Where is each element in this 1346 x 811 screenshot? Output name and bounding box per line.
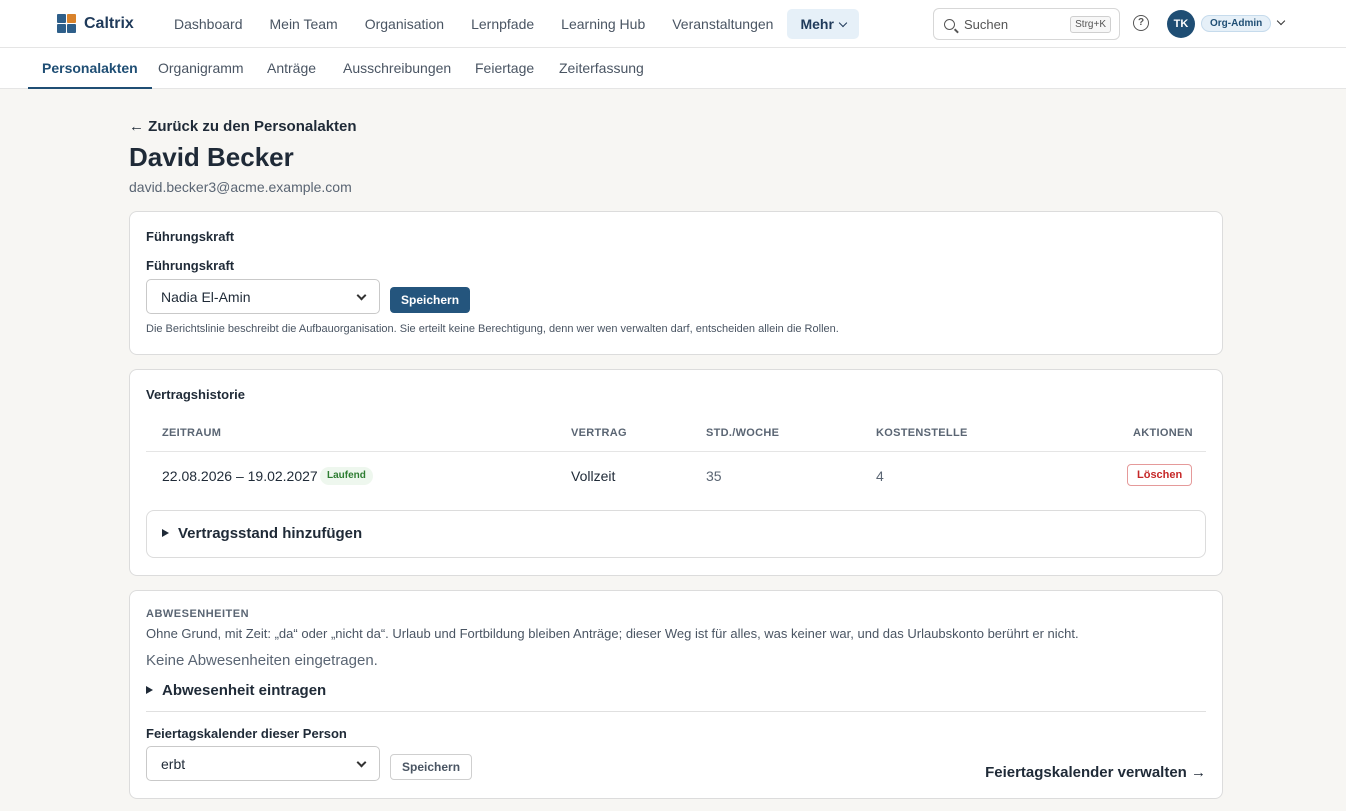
add-contract-toggle[interactable]: Vertragsstand hinzufügen	[162, 525, 362, 542]
search-input[interactable]: Suchen Strg+K	[933, 8, 1120, 40]
add-contract-label: Vertragsstand hinzufügen	[178, 525, 363, 542]
column-header-actions: AKTIONEN	[1133, 427, 1193, 439]
holiday-calendar-label: Feiertagskalender dieser Person	[146, 726, 347, 741]
delete-contract-button[interactable]: Löschen	[1127, 464, 1193, 486]
column-header-cost-center: KOSTENSTELLE	[876, 427, 968, 439]
column-header-hours: STD./WOCHE	[706, 427, 780, 439]
help-icon[interactable]: ?	[1133, 15, 1149, 31]
chevron-down-icon	[838, 18, 848, 27]
nav-mein-team[interactable]: Mein Team	[257, 9, 351, 39]
column-header-period: ZEITRAUM	[162, 427, 222, 439]
manager-hint: Die Berichtslinie beschreibt die Aufbauo…	[146, 323, 839, 335]
cell-period: 22.08.2026 – 19.02.2027	[162, 468, 318, 484]
nav-veranstaltungen[interactable]: Veranstaltungen	[659, 9, 786, 39]
save-holiday-calendar-button[interactable]: Speichern	[390, 754, 473, 780]
section-divider	[146, 711, 1206, 712]
absences-description: Ohne Grund, mit Zeit: „da“ oder „nicht d…	[146, 626, 1079, 641]
manager-field-label: Führungskraft	[146, 258, 235, 273]
save-manager-button[interactable]: Speichern	[390, 287, 471, 313]
tab-feiertage[interactable]: Feiertage	[475, 48, 534, 89]
status-badge: Laufend	[320, 467, 373, 485]
cell-cost-center: 4	[876, 468, 884, 484]
main-nav: Dashboard Mein Team Organisation Lernpfa…	[161, 9, 860, 39]
manage-holiday-calendar-link[interactable]: Feiertagskalender verwalten →	[985, 764, 1206, 781]
sub-nav: Personalakten Organigramm Anträge Aussch…	[0, 48, 1346, 89]
back-link[interactable]: ← Zurück zu den Personalakten	[129, 118, 357, 135]
manager-select-value: Nadia El-Amin	[161, 288, 251, 305]
contract-history-card: Vertragshistorie ZEITRAUM VERTRAG STD./W…	[129, 369, 1223, 576]
nav-organisation[interactable]: Organisation	[352, 9, 457, 39]
triangle-right-icon	[146, 686, 153, 695]
triangle-right-icon	[162, 529, 169, 538]
app-name: Caltrix	[84, 14, 134, 32]
holiday-calendar-select[interactable]: erbt	[146, 746, 380, 781]
page-title: David Becker	[129, 142, 294, 172]
add-absence-label: Abwesenheit eintragen	[162, 682, 327, 699]
nav-lernpfade[interactable]: Lernpfade	[458, 9, 547, 39]
nav-learning-hub[interactable]: Learning Hub	[548, 9, 658, 39]
search-placeholder: Suchen	[964, 16, 1009, 32]
nav-dashboard[interactable]: Dashboard	[161, 9, 256, 39]
tab-antraege[interactable]: Anträge	[267, 48, 316, 89]
absences-card: ABWESENHEITEN Ohne Grund, mit Zeit: „da“…	[129, 590, 1223, 799]
top-bar: Caltrix Dashboard Mein Team Organisation…	[0, 0, 1346, 48]
absences-empty-state: Keine Abwesenheiten eingetragen.	[146, 652, 378, 669]
search-shortcut-badge: Strg+K	[1070, 15, 1111, 33]
logo-icon	[57, 14, 76, 33]
nav-mehr-label: Mehr	[800, 16, 834, 32]
role-badge: Org-Admin	[1201, 15, 1272, 32]
tab-ausschreibungen[interactable]: Ausschreibungen	[343, 48, 451, 89]
column-header-contract: VERTRAG	[571, 427, 627, 439]
tab-zeiterfassung[interactable]: Zeiterfassung	[559, 48, 644, 89]
tab-organigramm[interactable]: Organigramm	[158, 48, 244, 89]
holiday-calendar-select-value: erbt	[161, 755, 186, 772]
add-absence-toggle[interactable]: Abwesenheit eintragen	[146, 682, 326, 699]
search-icon	[944, 18, 955, 30]
chevron-down-icon	[356, 757, 367, 767]
manager-card-title: Führungskraft	[146, 229, 235, 244]
add-contract-disclosure[interactable]: Vertragsstand hinzufügen	[146, 510, 1206, 558]
user-menu-chevron-icon[interactable]	[1276, 16, 1286, 26]
chevron-down-icon	[356, 290, 367, 300]
manager-select[interactable]: Nadia El-Amin	[146, 279, 380, 314]
nav-mehr-button[interactable]: Mehr	[787, 9, 859, 39]
contract-card-title: Vertragshistorie	[146, 387, 245, 402]
employee-email: david.becker3@acme.example.com	[129, 179, 352, 195]
manager-card: Führungskraft Führungskraft Nadia El-Ami…	[129, 211, 1223, 355]
table-header-divider	[146, 451, 1206, 452]
app-logo[interactable]: Caltrix	[57, 14, 134, 33]
absences-kicker: ABWESENHEITEN	[146, 608, 250, 620]
cell-contract: Vollzeit	[571, 468, 616, 484]
tab-personalakten[interactable]: Personalakten	[28, 48, 152, 89]
cell-hours: 35	[706, 468, 722, 484]
avatar[interactable]: TK	[1167, 10, 1195, 38]
